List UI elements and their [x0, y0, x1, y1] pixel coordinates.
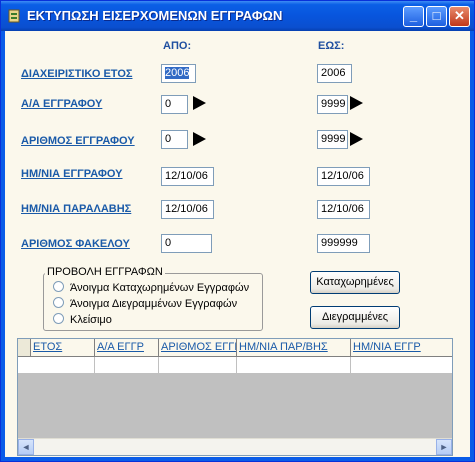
records-grid[interactable]: ΕΤΟΣ Α/Α ΕΓΓΡ ΑΡΙΘΜΟΣ ΕΓΓΡ ΗΜ/ΝΙΑ ΠΑΡ/ΒΗ… — [17, 338, 453, 456]
fiscal-year-to-input[interactable]: 2006 — [317, 64, 352, 83]
table-cell[interactable] — [159, 357, 237, 373]
doc-serial-label[interactable]: Α/Α ΕΓΓΡΑΦΟΥ — [21, 98, 102, 110]
receipt-date-to-input[interactable]: 12/10/06 — [317, 200, 370, 219]
doc-number-label[interactable]: ΑΡΙΘΜΟΣ ΕΓΓΡΑΦΟΥ — [21, 135, 135, 147]
title-bar[interactable]: ΕΚΤΥΠΩΣΗ ΕΙΣΕΡΧΟΜΕΝΩΝ ΕΓΓΡΑΦΩΝ _ □ ✕ — [1, 1, 474, 31]
doc-serial-from-input[interactable]: 0 — [161, 95, 188, 114]
form-body: ΑΠΟ: ΕΩΣ: ΔΙΑΧΕΙΡΙΣΤΙΚΟ ΕΤΟΣ 2006 2006 Α… — [5, 31, 470, 457]
window-title: ΕΚΤΥΠΩΣΗ ΕΙΣΕΡΧΟΜΕΝΩΝ ΕΓΓΡΑΦΩΝ — [27, 8, 283, 23]
grid-header-receipt-date[interactable]: ΗΜ/ΝΙΑ ΠΑΡ/ΒΗΣ — [237, 339, 351, 356]
radio-label: Άνοιγμα Καταχωρημένων Εγγραφών — [70, 282, 250, 294]
fiscal-year-from-input[interactable]: 2006 — [161, 64, 196, 83]
scroll-right-icon[interactable]: ► — [436, 439, 452, 455]
radio-circle[interactable] — [53, 313, 64, 324]
fiscal-year-label[interactable]: ΔΙΑΧΕΙΡΙΣΤΙΚΟ ΕΤΟΣ — [21, 68, 132, 80]
radio-open-deleted[interactable]: Άνοιγμα Διεγραμμένων Εγγραφών — [53, 297, 237, 310]
scroll-left-icon[interactable]: ◄ — [18, 439, 34, 455]
deleted-button[interactable]: Διεγραμμένες — [310, 306, 400, 329]
maximize-button[interactable]: □ — [426, 6, 447, 27]
to-header: ΕΩΣ: — [318, 40, 345, 52]
arrow-right-icon[interactable] — [350, 132, 363, 146]
folder-number-label[interactable]: ΑΡΙΘΜΟΣ ΦΑΚΕΛΟΥ — [21, 238, 130, 250]
table-cell[interactable] — [31, 357, 95, 373]
app-icon — [8, 9, 20, 23]
radio-circle[interactable] — [53, 297, 64, 308]
arrow-right-icon[interactable] — [193, 132, 206, 146]
horizontal-scrollbar[interactable]: ◄ ► — [18, 438, 452, 455]
arrow-right-icon[interactable] — [350, 96, 363, 110]
radio-label: Κλείσιμο — [70, 314, 112, 326]
grid-header-number[interactable]: ΑΡΙΘΜΟΣ ΕΓΓΡ — [159, 339, 237, 356]
close-button[interactable]: ✕ — [449, 6, 470, 27]
main-window: ΕΚΤΥΠΩΣΗ ΕΙΣΕΡΧΟΜΕΝΩΝ ΕΓΓΡΑΦΩΝ _ □ ✕ ΑΠΟ… — [0, 0, 475, 462]
doc-date-label[interactable]: ΗΜ/ΝΙΑ ΕΓΓΡΑΦΟΥ — [21, 168, 123, 180]
table-cell[interactable] — [95, 357, 159, 373]
grid-corner — [18, 339, 31, 356]
grid-header: ΕΤΟΣ Α/Α ΕΓΓΡ ΑΡΙΘΜΟΣ ΕΓΓΡ ΗΜ/ΝΙΑ ΠΑΡ/ΒΗ… — [18, 339, 452, 357]
table-cell[interactable] — [237, 357, 351, 373]
doc-serial-to-input[interactable]: 9999 — [317, 95, 348, 114]
grid-header-year[interactable]: ΕΤΟΣ — [31, 339, 95, 356]
fiscal-year-from-value: 2006 — [165, 67, 190, 79]
arrow-right-icon[interactable] — [193, 96, 206, 110]
folder-number-to-input[interactable]: 999999 — [317, 234, 370, 253]
doc-number-to-input[interactable]: 9999 — [317, 130, 348, 149]
view-records-title: ΠΡΟΒΟΛΗ ΕΓΓΡΑΦΩΝ — [45, 266, 165, 278]
grid-header-doc-date[interactable]: ΗΜ/ΝΙΑ ΕΓΓΡ — [351, 339, 452, 356]
registered-button[interactable]: Καταχωρημένες — [310, 271, 400, 294]
from-header: ΑΠΟ: — [163, 40, 192, 52]
minimize-button[interactable]: _ — [403, 6, 424, 27]
doc-number-from-input[interactable]: 0 — [161, 130, 188, 149]
radio-label: Άνοιγμα Διεγραμμένων Εγγραφών — [70, 298, 238, 310]
grid-header-serial[interactable]: Α/Α ΕΓΓΡ — [95, 339, 159, 356]
receipt-date-from-input[interactable]: 12/10/06 — [161, 200, 214, 219]
radio-close[interactable]: Κλείσιμο — [53, 313, 112, 326]
doc-date-to-input[interactable]: 12/10/06 — [317, 167, 370, 186]
receipt-date-label[interactable]: ΗΜ/ΝΙΑ ΠΑΡΑΛΑΒΗΣ — [21, 203, 131, 215]
table-cell[interactable] — [351, 357, 452, 373]
table-row[interactable] — [18, 357, 452, 374]
radio-circle[interactable] — [53, 281, 64, 292]
folder-number-from-input[interactable]: 0 — [161, 234, 212, 253]
radio-open-registered[interactable]: Άνοιγμα Καταχωρημένων Εγγραφών — [53, 281, 249, 294]
doc-date-from-input[interactable]: 12/10/06 — [161, 167, 214, 186]
